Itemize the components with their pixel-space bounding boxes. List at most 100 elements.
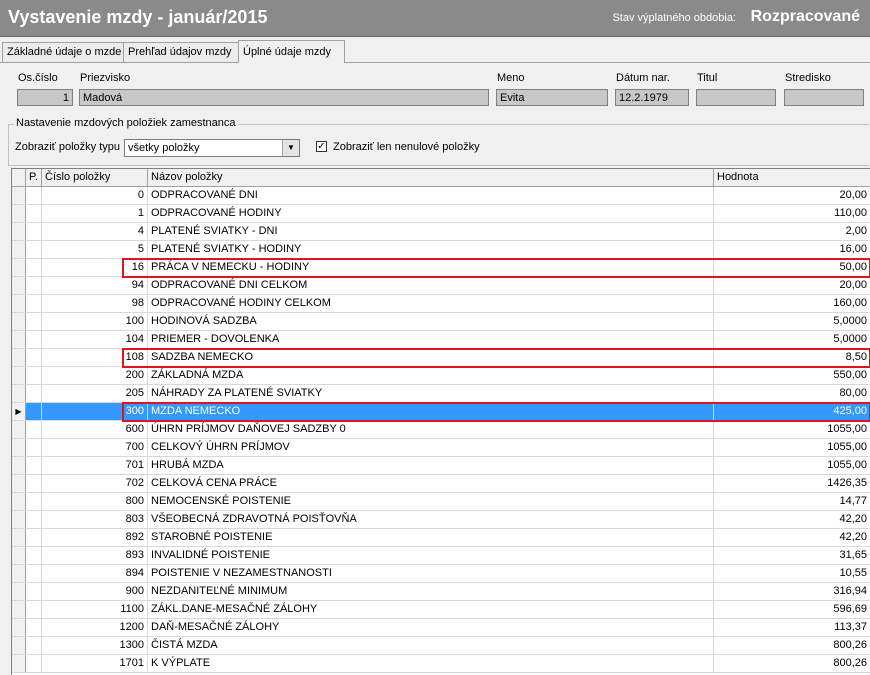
table-row[interactable]: 892 STAROBNÉ POISTENIE 42,20 — [12, 529, 870, 547]
table-row[interactable]: 200 ZÁKLADNÁ MZDA 550,00 — [12, 367, 870, 385]
cell-p[interactable] — [26, 583, 42, 600]
table-row[interactable]: 701 HRUBÁ MZDA 1055,00 — [12, 457, 870, 475]
table-row[interactable]: 893 INVALIDNÉ POISTENIE 31,65 — [12, 547, 870, 565]
cell-p[interactable] — [26, 277, 42, 294]
cell-item-name[interactable]: PRIEMER - DOVOLENKA — [148, 331, 714, 348]
row-indicator[interactable] — [12, 277, 26, 294]
cell-item-value[interactable]: 31,65 — [714, 547, 870, 564]
cell-item-name[interactable]: ZÁKLADNÁ MZDA — [148, 367, 714, 384]
table-row[interactable]: 4 PLATENÉ SVIATKY - DNI 2,00 — [12, 223, 870, 241]
column-header-nazov[interactable]: Názov položky — [148, 169, 714, 186]
cell-item-name[interactable]: VŠEOBECNÁ ZDRAVOTNÁ POISŤOVŇA — [148, 511, 714, 528]
cell-p[interactable] — [26, 529, 42, 546]
cell-item-value[interactable]: 8,50 — [714, 349, 870, 366]
nonzero-label[interactable]: Zobraziť len nenulové položky — [333, 141, 480, 153]
cell-item-number[interactable]: 894 — [42, 565, 148, 582]
cell-item-name[interactable]: ÚHRN PRÍJMOV DAŇOVEJ SADZBY 0 — [148, 421, 714, 438]
cell-p[interactable] — [26, 223, 42, 240]
table-row[interactable]: ▶ 300 MZDA NEMECKO 425,00 — [12, 403, 870, 421]
cell-item-number[interactable]: 4 — [42, 223, 148, 240]
table-row[interactable]: 1200 DAŇ-MESAČNÉ ZÁLOHY 113,37 — [12, 619, 870, 637]
row-indicator[interactable] — [12, 655, 26, 672]
cell-item-value[interactable]: 1426,35 — [714, 475, 870, 492]
cell-p[interactable] — [26, 475, 42, 492]
table-row[interactable]: 5 PLATENÉ SVIATKY - HODINY 16,00 — [12, 241, 870, 259]
table-row[interactable]: 1300 ČISTÁ MZDA 800,26 — [12, 637, 870, 655]
table-row[interactable]: 803 VŠEOBECNÁ ZDRAVOTNÁ POISŤOVŇA 42,20 — [12, 511, 870, 529]
column-header-hodnota[interactable]: Hodnota — [714, 169, 870, 186]
cell-item-number[interactable]: 803 — [42, 511, 148, 528]
cell-item-value[interactable]: 5,0000 — [714, 331, 870, 348]
cell-item-number[interactable]: 702 — [42, 475, 148, 492]
cell-item-name[interactable]: SADZBA NEMECKO — [148, 349, 714, 366]
cell-p[interactable] — [26, 313, 42, 330]
cell-item-number[interactable]: 16 — [42, 259, 148, 276]
cell-item-name[interactable]: POISTENIE V NEZAMESTNANOSTI — [148, 565, 714, 582]
tab-zakladne-udaje[interactable]: Základné údaje o mzde — [2, 42, 131, 62]
cell-p[interactable] — [26, 403, 42, 420]
cell-item-number[interactable]: 1 — [42, 205, 148, 222]
item-type-select[interactable]: všetky položky ▼ — [124, 139, 300, 157]
cell-p[interactable] — [26, 187, 42, 204]
cell-item-number[interactable]: 1100 — [42, 601, 148, 618]
row-indicator[interactable] — [12, 619, 26, 636]
table-row[interactable]: 1 ODPRACOVANÉ HODINY 110,00 — [12, 205, 870, 223]
row-indicator[interactable] — [12, 259, 26, 276]
column-header-cislo[interactable]: Číslo položky — [42, 169, 148, 186]
table-row[interactable]: 600 ÚHRN PRÍJMOV DAŇOVEJ SADZBY 0 1055,00 — [12, 421, 870, 439]
chevron-down-icon[interactable]: ▼ — [282, 140, 299, 156]
cell-p[interactable] — [26, 295, 42, 312]
column-header-p[interactable]: P. — [26, 169, 42, 186]
cell-item-value[interactable]: 316,94 — [714, 583, 870, 600]
table-row[interactable]: 108 SADZBA NEMECKO 8,50 — [12, 349, 870, 367]
cell-item-number[interactable]: 701 — [42, 457, 148, 474]
tab-uplne-udaje[interactable]: Úplné údaje mzdy — [238, 40, 345, 63]
cell-p[interactable] — [26, 205, 42, 222]
cell-item-name[interactable]: INVALIDNÉ POISTENIE — [148, 547, 714, 564]
row-indicator[interactable] — [12, 313, 26, 330]
cell-item-name[interactable]: MZDA NEMECKO — [148, 403, 714, 420]
cell-p[interactable] — [26, 619, 42, 636]
cell-item-name[interactable]: ODPRACOVANÉ DNI — [148, 187, 714, 204]
cell-item-name[interactable]: HODINOVÁ SADZBA — [148, 313, 714, 330]
row-indicator[interactable] — [12, 367, 26, 384]
cell-item-value[interactable]: 10,55 — [714, 565, 870, 582]
cell-p[interactable] — [26, 637, 42, 654]
row-indicator[interactable] — [12, 529, 26, 546]
cell-item-value[interactable]: 550,00 — [714, 367, 870, 384]
cell-item-name[interactable]: ODPRACOVANÉ HODINY — [148, 205, 714, 222]
cell-item-value[interactable]: 20,00 — [714, 187, 870, 204]
cell-item-name[interactable]: NEMOCENSKÉ POISTENIE — [148, 493, 714, 510]
row-indicator[interactable] — [12, 511, 26, 528]
cell-p[interactable] — [26, 493, 42, 510]
cell-item-number[interactable]: 104 — [42, 331, 148, 348]
tab-prehlad-udajov[interactable]: Prehľad údajov mzdy — [123, 42, 246, 62]
row-indicator[interactable] — [12, 421, 26, 438]
cell-p[interactable] — [26, 511, 42, 528]
cell-item-number[interactable]: 892 — [42, 529, 148, 546]
row-indicator[interactable] — [12, 457, 26, 474]
table-row[interactable]: 894 POISTENIE V NEZAMESTNANOSTI 10,55 — [12, 565, 870, 583]
table-row[interactable]: 800 NEMOCENSKÉ POISTENIE 14,77 — [12, 493, 870, 511]
cell-item-value[interactable]: 2,00 — [714, 223, 870, 240]
row-indicator[interactable] — [12, 547, 26, 564]
cell-item-number[interactable]: 5 — [42, 241, 148, 258]
table-row[interactable]: 104 PRIEMER - DOVOLENKA 5,0000 — [12, 331, 870, 349]
cell-p[interactable] — [26, 655, 42, 672]
cell-item-name[interactable]: NÁHRADY ZA PLATENÉ SVIATKY — [148, 385, 714, 402]
cell-item-number[interactable]: 98 — [42, 295, 148, 312]
cell-item-value[interactable]: 425,00 — [714, 403, 870, 420]
nonzero-checkbox[interactable]: ✓ — [316, 141, 327, 152]
cell-item-number[interactable]: 94 — [42, 277, 148, 294]
cell-item-value[interactable]: 160,00 — [714, 295, 870, 312]
cell-item-value[interactable]: 42,20 — [714, 511, 870, 528]
table-row[interactable]: 1100 ZÁKL.DANE-MESAČNÉ ZÁLOHY 596,69 — [12, 601, 870, 619]
row-indicator[interactable] — [12, 583, 26, 600]
row-indicator[interactable] — [12, 187, 26, 204]
cell-item-number[interactable]: 100 — [42, 313, 148, 330]
cell-item-number[interactable]: 700 — [42, 439, 148, 456]
cell-p[interactable] — [26, 457, 42, 474]
row-indicator[interactable] — [12, 637, 26, 654]
cell-item-value[interactable]: 16,00 — [714, 241, 870, 258]
cell-item-number[interactable]: 1300 — [42, 637, 148, 654]
